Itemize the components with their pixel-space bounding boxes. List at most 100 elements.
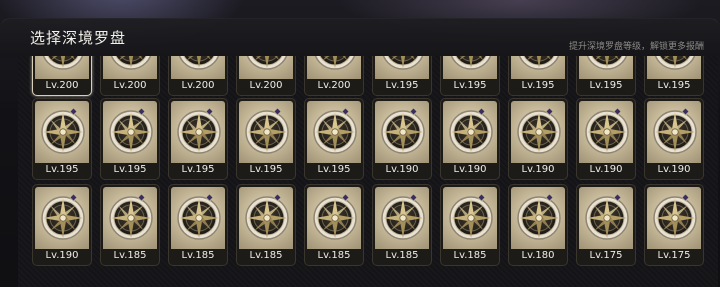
compass-icon [109, 107, 153, 154]
compass-icon [585, 107, 629, 154]
compass-art [103, 56, 157, 79]
level-label: Lv.195 [521, 80, 555, 91]
level-label: Lv.190 [521, 164, 555, 175]
compass-icon [586, 56, 628, 70]
compass-art [375, 101, 429, 163]
compass-icon [313, 107, 357, 154]
compass-card[interactable]: Lv.185 [372, 184, 432, 266]
level-label: Lv.200 [317, 80, 351, 91]
compass-icon [41, 193, 85, 240]
level-label: Lv.200 [45, 80, 79, 91]
compass-art [579, 187, 633, 249]
level-label: Lv.195 [181, 164, 215, 175]
level-label: Lv.190 [453, 164, 487, 175]
compass-art [171, 101, 225, 163]
compass-icon [177, 193, 221, 240]
compass-icon [653, 193, 697, 240]
compass-card[interactable]: Lv.200 [32, 56, 92, 96]
compass-card[interactable]: Lv.195 [440, 56, 500, 96]
level-label: Lv.195 [249, 164, 283, 175]
compass-card[interactable]: Lv.180 [508, 184, 568, 266]
compass-icon [246, 56, 288, 70]
compass-art [171, 56, 225, 79]
compass-grid[interactable]: Lv.200 Lv.200 Lv.200 Lv.200 Lv.200 Lv.19… [18, 56, 718, 287]
compass-icon [450, 56, 492, 70]
compass-icon [178, 56, 220, 70]
level-label: Lv.175 [657, 250, 691, 261]
compass-card[interactable]: Lv.185 [236, 184, 296, 266]
compass-icon [653, 107, 697, 154]
compass-icon [517, 107, 561, 154]
compass-art [239, 101, 293, 163]
compass-card[interactable]: Lv.195 [304, 98, 364, 180]
compass-card[interactable]: Lv.190 [644, 98, 704, 180]
compass-icon [245, 193, 289, 240]
compass-card[interactable]: Lv.185 [100, 184, 160, 266]
compass-art [103, 101, 157, 163]
compass-card[interactable]: Lv.195 [372, 56, 432, 96]
compass-icon [449, 193, 493, 240]
compass-card[interactable]: Lv.190 [372, 98, 432, 180]
level-label: Lv.200 [181, 80, 215, 91]
compass-card[interactable]: Lv.195 [644, 56, 704, 96]
compass-icon [654, 56, 696, 70]
level-label: Lv.185 [249, 250, 283, 261]
compass-icon [41, 107, 85, 154]
level-label: Lv.190 [45, 250, 79, 261]
compass-card[interactable]: Lv.190 [576, 98, 636, 180]
level-label: Lv.195 [385, 80, 419, 91]
compass-card[interactable]: Lv.200 [100, 56, 160, 96]
compass-icon [177, 107, 221, 154]
level-label: Lv.185 [385, 250, 419, 261]
compass-art [35, 56, 89, 79]
compass-card[interactable]: Lv.190 [508, 98, 568, 180]
level-label: Lv.185 [317, 250, 351, 261]
compass-art [647, 101, 701, 163]
compass-card[interactable]: Lv.200 [236, 56, 296, 96]
compass-art [443, 187, 497, 249]
compass-card[interactable]: Lv.190 [440, 98, 500, 180]
compass-card[interactable]: Lv.185 [168, 184, 228, 266]
grid-row: Lv.195 Lv.195 Lv.195 Lv.195 Lv.195 Lv.19… [18, 98, 718, 188]
compass-art [171, 187, 225, 249]
compass-card[interactable]: Lv.185 [440, 184, 500, 266]
compass-icon [245, 107, 289, 154]
compass-card[interactable]: Lv.195 [100, 98, 160, 180]
compass-icon [42, 56, 84, 70]
compass-icon [109, 193, 153, 240]
compass-card[interactable]: Lv.195 [32, 98, 92, 180]
compass-card[interactable]: Lv.175 [576, 184, 636, 266]
compass-art [647, 187, 701, 249]
compass-art [511, 56, 565, 79]
compass-icon [518, 56, 560, 70]
level-label: Lv.200 [249, 80, 283, 91]
compass-art [511, 101, 565, 163]
level-label: Lv.195 [453, 80, 487, 91]
compass-card[interactable]: Lv.195 [168, 98, 228, 180]
level-label: Lv.190 [589, 164, 623, 175]
level-label: Lv.180 [521, 250, 555, 261]
compass-art [579, 101, 633, 163]
compass-card[interactable]: Lv.200 [304, 56, 364, 96]
level-label: Lv.195 [45, 164, 79, 175]
compass-icon [381, 107, 425, 154]
compass-icon [110, 56, 152, 70]
compass-icon [313, 193, 357, 240]
compass-card[interactable]: Lv.190 [32, 184, 92, 266]
level-label: Lv.185 [181, 250, 215, 261]
compass-card[interactable]: Lv.195 [236, 98, 296, 180]
compass-card[interactable]: Lv.195 [576, 56, 636, 96]
compass-card[interactable]: Lv.200 [168, 56, 228, 96]
compass-art [375, 187, 429, 249]
compass-art [443, 101, 497, 163]
hint-text: 提升深境罗盘等级，解锁更多报酬 [568, 42, 704, 52]
compass-icon [381, 193, 425, 240]
compass-card[interactable]: Lv.175 [644, 184, 704, 266]
compass-card[interactable]: Lv.195 [508, 56, 568, 96]
compass-card[interactable]: Lv.185 [304, 184, 364, 266]
compass-icon [517, 193, 561, 240]
compass-icon [449, 107, 493, 154]
compass-art [35, 187, 89, 249]
compass-art [647, 56, 701, 79]
level-label: Lv.185 [453, 250, 487, 261]
